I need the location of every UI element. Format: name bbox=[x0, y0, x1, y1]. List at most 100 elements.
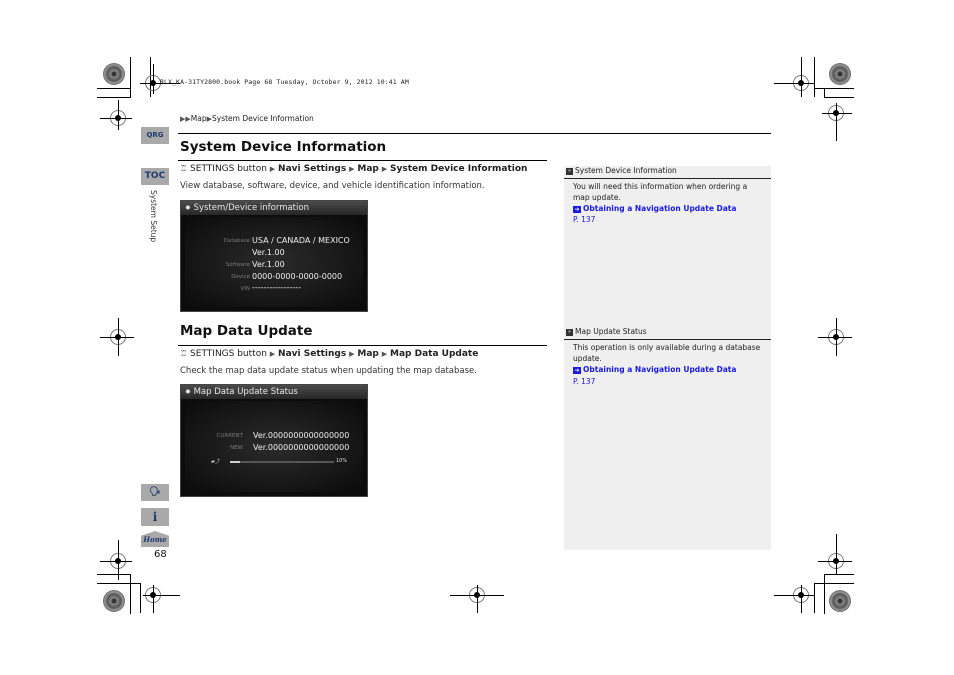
crop-line bbox=[801, 57, 802, 97]
path-start: SETTINGS button bbox=[190, 349, 267, 359]
crop-line bbox=[130, 57, 131, 97]
qrg-tab[interactable]: QRG bbox=[141, 127, 169, 144]
crop-line bbox=[818, 561, 852, 562]
note-link-text[interactable]: Obtaining a Navigation Update Data bbox=[583, 365, 736, 374]
row-label: NEW bbox=[229, 445, 243, 451]
screen-title: System/Device information bbox=[193, 203, 309, 213]
note-text: This operation is only available during … bbox=[573, 343, 761, 363]
settings-button-icon: ♖ bbox=[180, 164, 188, 173]
crop-line bbox=[130, 574, 131, 614]
progress-track bbox=[230, 461, 334, 463]
crop-line bbox=[97, 583, 141, 584]
row-value: ----------------- bbox=[252, 283, 302, 292]
settings-gear-icon: ✹ bbox=[185, 204, 191, 212]
crop-line bbox=[100, 337, 134, 338]
chapter-label: System Setup bbox=[149, 190, 158, 243]
page-number: 68 bbox=[154, 549, 167, 560]
path-step: Navi Settings bbox=[278, 349, 347, 359]
progress-fill bbox=[230, 461, 241, 463]
menu-path: ♖ SETTINGS button ▶ Navi Settings ▶ Map … bbox=[180, 349, 479, 359]
screen-title: Map Data Update Status bbox=[193, 387, 298, 397]
note-heading-text: Map Update Status bbox=[575, 327, 647, 336]
crop-line bbox=[814, 57, 815, 97]
toc-tab[interactable]: TOC bbox=[141, 168, 169, 185]
progress-label: 10% bbox=[336, 458, 348, 464]
note-link-text[interactable]: Obtaining a Navigation Update Data bbox=[583, 204, 736, 213]
settings-gear-icon: ✹ bbox=[185, 388, 191, 396]
crop-line bbox=[824, 574, 854, 575]
screen-title-bar: ✹ System/Device information bbox=[181, 201, 367, 215]
menu-path: ♖ SETTINGS button ▶ Navi Settings ▶ Map … bbox=[180, 164, 528, 174]
row-label: Software bbox=[225, 262, 250, 268]
crop-line bbox=[801, 585, 802, 613]
path-step: Map bbox=[357, 349, 379, 359]
row-value: 0000-0000-0000-0000 bbox=[252, 272, 343, 281]
crop-line bbox=[100, 561, 132, 562]
crop-line bbox=[143, 595, 180, 596]
breadcrumb-arrow-icon: ▶▶ bbox=[180, 115, 191, 123]
screen-title-bar: ✹ Map Data Update Status bbox=[181, 385, 367, 399]
registration-disc-icon bbox=[103, 590, 125, 612]
crop-line bbox=[824, 574, 825, 614]
map-update-screen: ✹ Map Data Update Status CURRENT Ver.000… bbox=[180, 384, 368, 497]
settings-button-icon: ♖ bbox=[180, 349, 188, 358]
registration-disc-icon bbox=[829, 590, 851, 612]
screen-body: CURRENT Ver.0000000000000000 NEW Ver.000… bbox=[185, 401, 363, 492]
note-link[interactable]: ➔ Obtaining a Navigation Update Data bbox=[573, 365, 736, 374]
note-heading: » System Device Information bbox=[566, 166, 677, 175]
note-rule bbox=[564, 178, 771, 179]
note-page-link[interactable]: P. 137 bbox=[573, 377, 595, 386]
crop-line bbox=[97, 88, 131, 89]
row-value: Ver.0000000000000000 bbox=[253, 443, 350, 452]
crop-line bbox=[836, 318, 837, 356]
crop-line bbox=[477, 585, 478, 613]
crop-line bbox=[118, 318, 119, 356]
note-rule bbox=[564, 339, 771, 340]
row-value: Ver.0000000000000000 bbox=[253, 431, 350, 440]
row-label: Device bbox=[231, 274, 250, 280]
note-heading-text: System Device Information bbox=[575, 166, 677, 175]
crop-line bbox=[822, 113, 852, 114]
note-page-link[interactable]: P. 137 bbox=[573, 215, 595, 224]
crop-line bbox=[814, 583, 854, 584]
section-rule bbox=[178, 345, 547, 346]
note-link[interactable]: ➔ Obtaining a Navigation Update Data bbox=[573, 204, 736, 213]
link-arrow-icon: ➔ bbox=[573, 205, 581, 213]
registration-disc-icon bbox=[103, 63, 125, 85]
section-description: Check the map data update status when up… bbox=[180, 366, 477, 376]
vehicle-icon: ▰⤴ bbox=[211, 459, 220, 465]
crop-line bbox=[100, 118, 132, 119]
path-start: SETTINGS button bbox=[190, 164, 267, 174]
row-value: Ver.1.00 bbox=[252, 248, 285, 257]
crop-line bbox=[153, 64, 154, 94]
section-rule bbox=[178, 160, 547, 161]
note-marker-icon: » bbox=[566, 167, 573, 175]
crop-line bbox=[774, 595, 814, 596]
crop-line bbox=[836, 103, 837, 141]
path-step: Map Data Update bbox=[390, 349, 479, 359]
print-header: RLX_KA-31TY2800.book Page 68 Tuesday, Oc… bbox=[160, 78, 409, 86]
path-step: System Device Information bbox=[390, 164, 528, 174]
breadcrumb: ▶▶Map▶System Device Information bbox=[180, 114, 314, 123]
note-heading: » Map Update Status bbox=[566, 327, 647, 336]
voice-command-tab[interactable]: 🗣 bbox=[141, 484, 169, 501]
row-label: Database bbox=[223, 238, 250, 244]
screen-body: Database USA / CANADA / MEXICO Ver.1.00 … bbox=[185, 217, 363, 307]
section-title: System Device Information bbox=[180, 139, 387, 155]
path-step: Map bbox=[357, 164, 379, 174]
top-rule bbox=[178, 133, 771, 134]
device-info-screen: ✹ System/Device information Database USA… bbox=[180, 200, 368, 312]
crop-line bbox=[153, 585, 154, 613]
path-step: Navi Settings bbox=[278, 164, 347, 174]
row-label: VIN bbox=[240, 286, 251, 292]
note-marker-icon: » bbox=[566, 328, 573, 336]
home-tab[interactable]: Home bbox=[141, 531, 169, 547]
breadcrumb-item[interactable]: System Device Information bbox=[212, 114, 314, 123]
crop-line bbox=[140, 583, 141, 613]
row-value: Ver.1.00 bbox=[252, 260, 285, 269]
section-description: View database, software, device, and veh… bbox=[180, 181, 485, 191]
breadcrumb-item[interactable]: Map bbox=[191, 114, 207, 123]
registration-disc-icon bbox=[829, 63, 851, 85]
index-tab[interactable]: i bbox=[141, 508, 169, 526]
crop-line bbox=[118, 100, 119, 130]
